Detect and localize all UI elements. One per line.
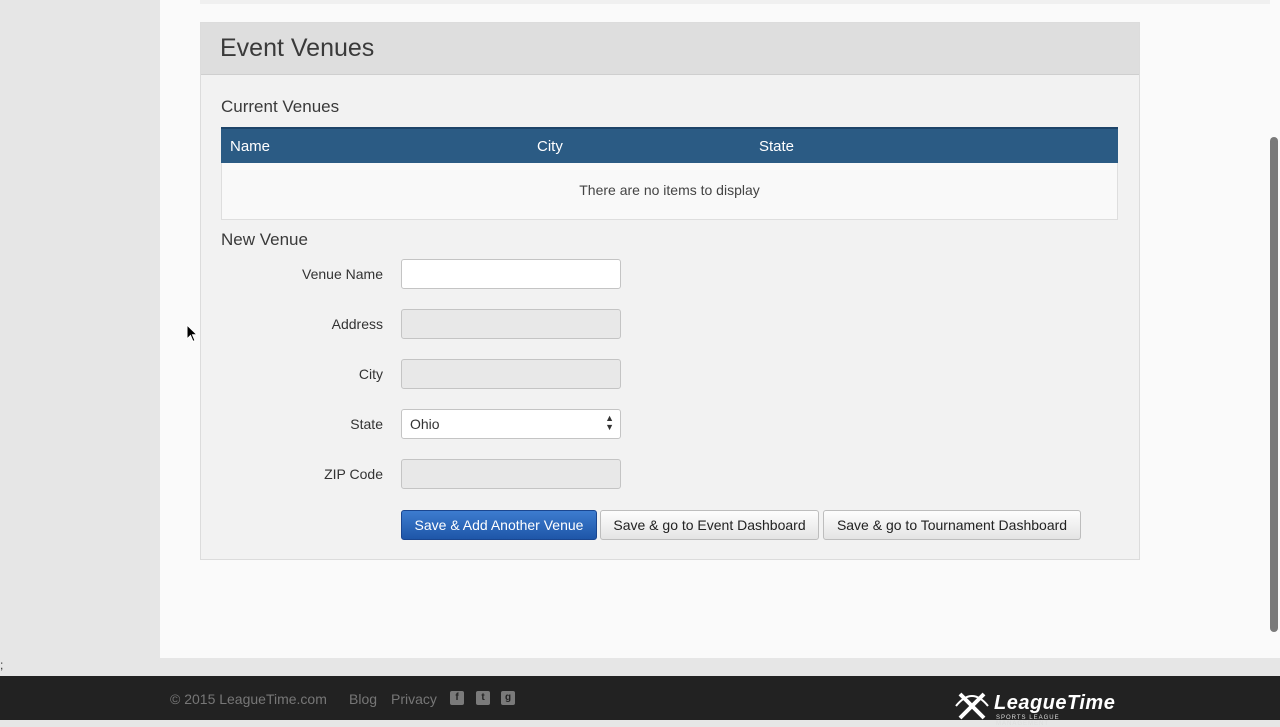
table-empty-message: There are no items to display [221,163,1118,220]
state-label: State [350,416,383,432]
leaguetime-logo-icon [955,692,989,720]
corner-text: ; [0,658,4,672]
table-header: Name City State [221,127,1118,163]
address-row: Address [201,309,821,339]
footer-link-blog[interactable]: Blog [349,691,377,707]
zip-row: ZIP Code [201,459,821,489]
state-row: State Ohio ▲ ▼ [201,409,821,439]
panel-header: Event Venues [201,23,1139,75]
column-header-state[interactable]: State [759,138,794,155]
venues-table: Name City State There are no items to di… [221,127,1118,220]
state-select[interactable]: Ohio ▲ ▼ [401,409,621,439]
google-plus-icon[interactable]: g [501,691,515,705]
logo-subtext: SPORTS LEAGUE MANAGEMENT [996,715,1060,727]
new-venue-title: New Venue [221,230,308,249]
event-venues-panel: Event Venues Current Venues Name City St… [200,22,1140,560]
logo-text: LeagueTime [994,692,1116,714]
save-go-tournament-dashboard-button[interactable]: Save & go to Tournament Dashboard [823,510,1081,540]
twitter-icon[interactable]: t [476,691,490,705]
column-header-city[interactable]: City [537,138,563,155]
current-venues-title: Current Venues [221,97,340,116]
mouse-cursor-icon [186,324,198,343]
save-add-another-venue-button[interactable]: Save & Add Another Venue [401,510,597,540]
venue-name-input[interactable] [401,259,621,289]
footer-link-privacy[interactable]: Privacy [391,691,437,707]
state-select-value: Ohio [410,416,440,432]
zip-input[interactable] [401,459,621,489]
column-header-name[interactable]: Name [230,138,270,155]
city-input[interactable] [401,359,621,389]
zip-label: ZIP Code [324,466,383,482]
save-go-event-dashboard-button[interactable]: Save & go to Event Dashboard [600,510,819,540]
city-label: City [358,366,383,382]
panel-title: Event Venues [220,34,375,62]
scrollbar-thumb[interactable] [1270,137,1278,632]
venue-name-row: Venue Name [201,259,821,289]
facebook-icon[interactable]: f [450,691,464,705]
address-input[interactable] [401,309,621,339]
left-sidebar [0,0,160,658]
address-label: Address [331,316,383,332]
select-updown-arrow-icon: ▲ ▼ [605,413,614,432]
venue-name-label: Venue Name [302,266,383,282]
city-row: City [201,359,821,389]
top-divider [200,0,1270,4]
leaguetime-logo[interactable]: LeagueTime SPORTS LEAGUE MANAGEMENT [954,690,1115,727]
footer-copyright: © 2015 LeagueTime.com [170,691,327,707]
